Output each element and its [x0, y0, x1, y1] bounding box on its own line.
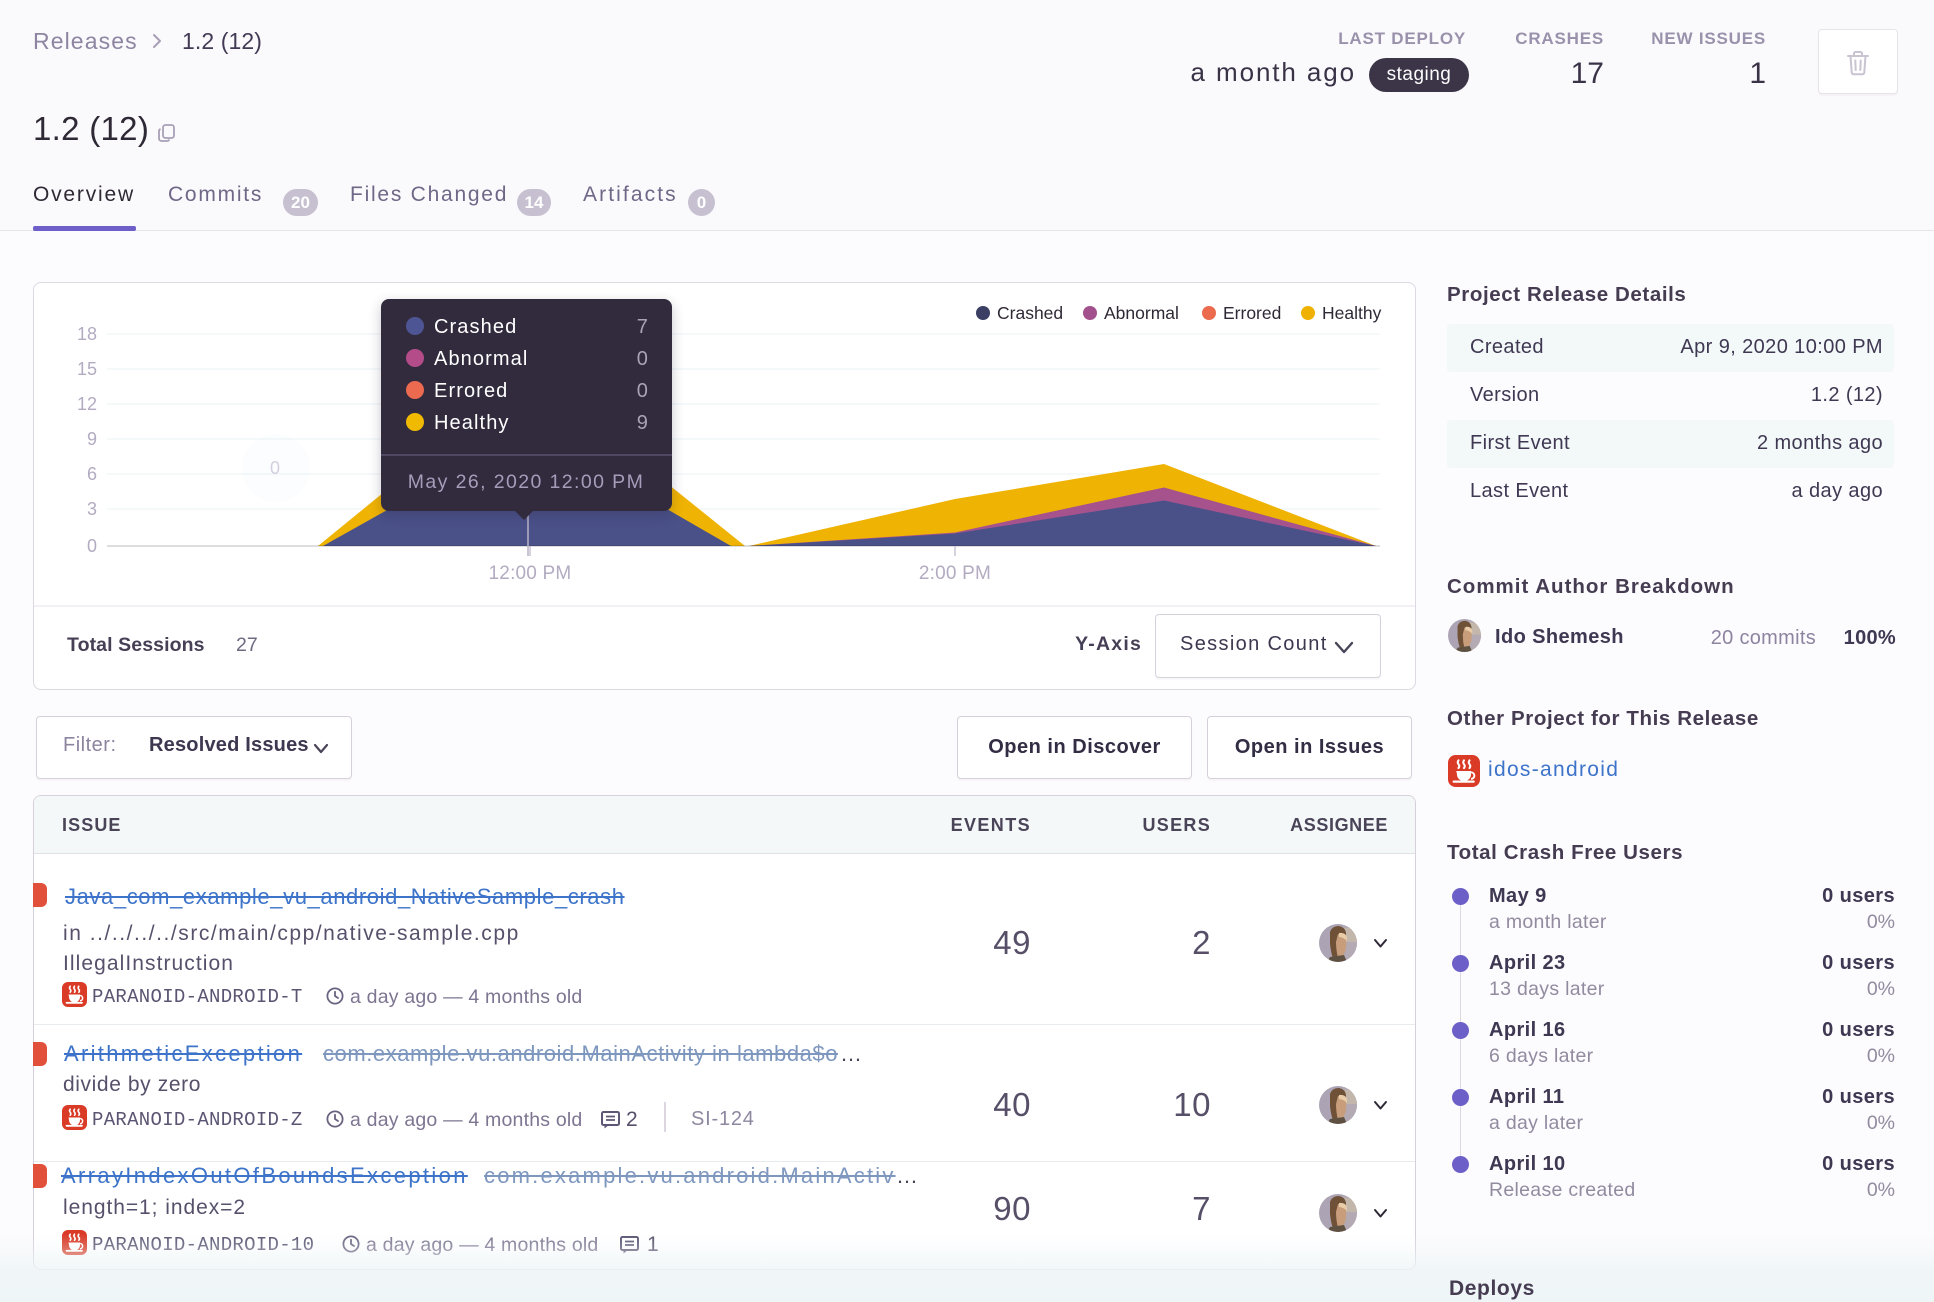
svg-text:6: 6: [87, 464, 97, 484]
svg-text:Abnormal: Abnormal: [1104, 303, 1179, 323]
svg-text:9: 9: [87, 429, 97, 449]
svg-text:0: 0: [637, 348, 649, 370]
svg-text:9: 9: [637, 412, 649, 434]
svg-text:18: 18: [77, 324, 97, 344]
svg-text:Errored: Errored: [1223, 303, 1281, 323]
svg-text:15: 15: [77, 359, 97, 379]
svg-text:0: 0: [87, 536, 97, 556]
svg-text:Crashed: Crashed: [434, 316, 517, 338]
svg-text:2:00 PM: 2:00 PM: [919, 563, 991, 584]
svg-text:7: 7: [637, 316, 649, 338]
svg-text:May 26, 2020 12:00 PM: May 26, 2020 12:00 PM: [408, 471, 644, 493]
svg-text:Healthy: Healthy: [1322, 303, 1382, 323]
svg-text:12: 12: [77, 394, 97, 414]
svg-text:0: 0: [270, 458, 280, 478]
svg-text:3: 3: [87, 499, 97, 519]
svg-text:12:00 PM: 12:00 PM: [489, 563, 572, 584]
svg-text:Errored: Errored: [434, 380, 508, 402]
svg-text:Abnormal: Abnormal: [434, 348, 528, 370]
svg-text:Healthy: Healthy: [434, 412, 510, 434]
svg-text:0: 0: [637, 380, 649, 402]
svg-text:Crashed: Crashed: [997, 303, 1063, 323]
